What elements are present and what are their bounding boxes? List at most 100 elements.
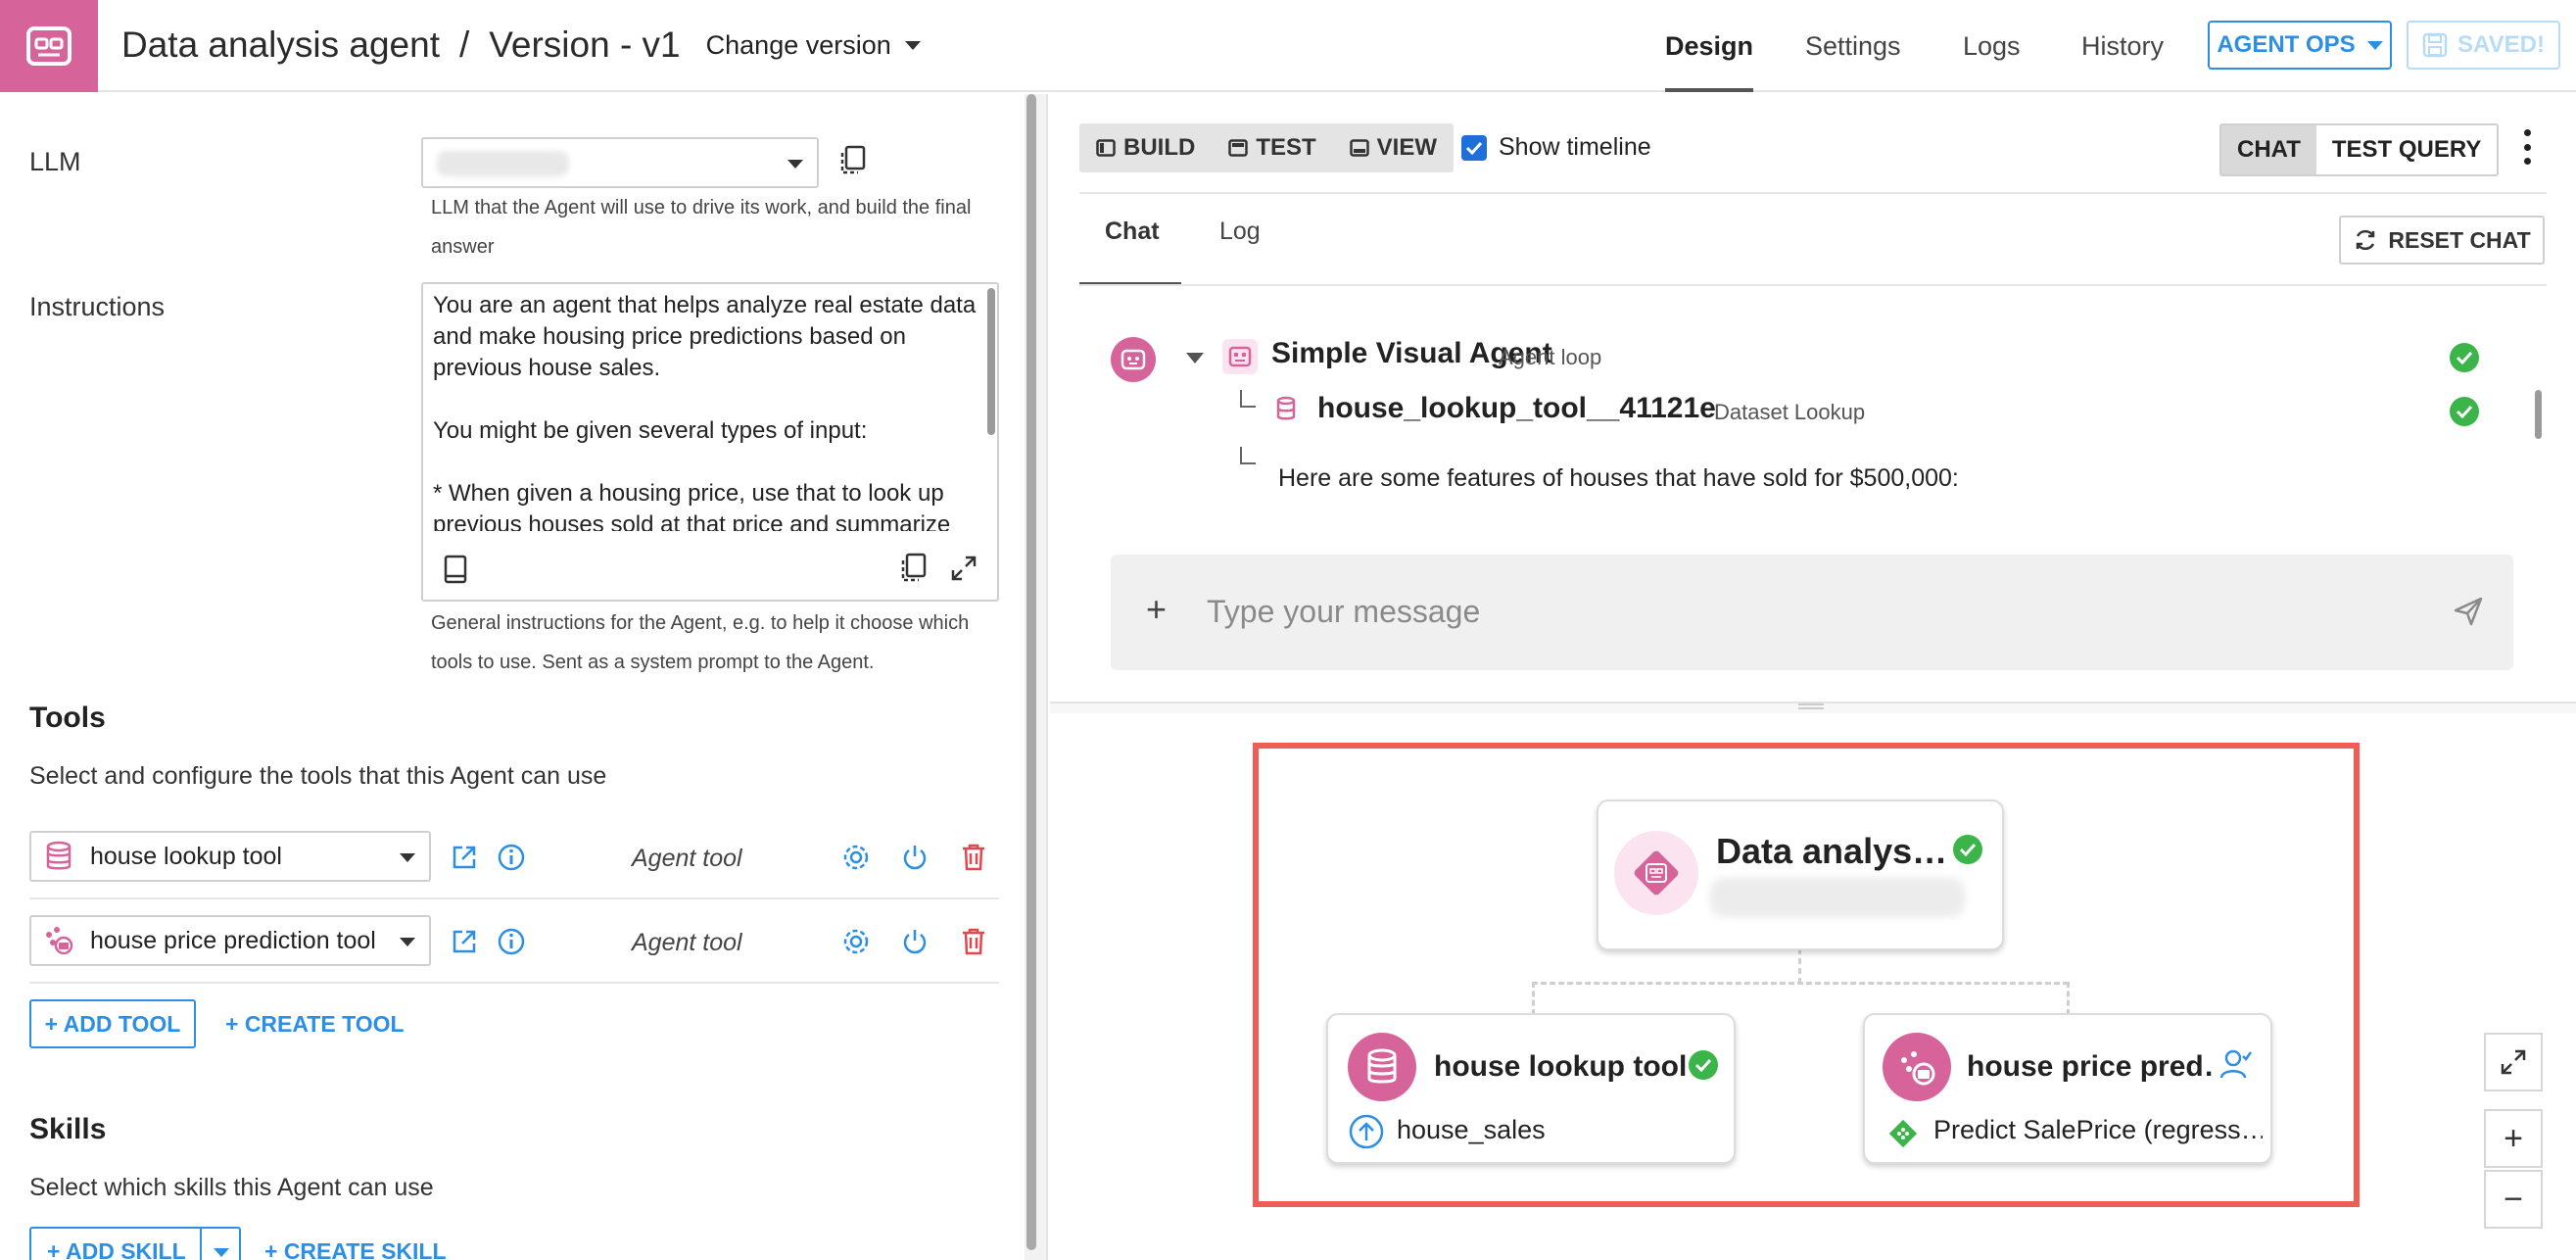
build-mode-button[interactable]: BUILD (1079, 123, 1212, 172)
build-label: BUILD (1123, 134, 1196, 161)
trash-icon[interactable] (958, 842, 989, 873)
gear-icon[interactable] (840, 926, 872, 957)
instructions-label: Instructions (29, 292, 166, 321)
tool-name: house lookup tool (90, 842, 282, 870)
power-icon[interactable] (899, 926, 930, 957)
tree-connector (1240, 390, 1256, 408)
more-options-icon[interactable] (2523, 129, 2531, 165)
agent-name[interactable]: Data analysis agent (121, 24, 440, 66)
fit-view-button[interactable] (2484, 1033, 2543, 1091)
test-icon (1228, 139, 1249, 157)
tool-select[interactable]: house price prediction tool (29, 915, 431, 966)
power-icon[interactable] (899, 842, 930, 873)
test-mode-button[interactable]: TEST (1212, 123, 1332, 172)
create-skill-label: + CREATE SKILL (264, 1238, 447, 1260)
reset-chat-label: RESET CHAT (2388, 226, 2531, 253)
left-panel-scrollbar[interactable] (1026, 94, 1036, 1250)
view-mode-button[interactable]: VIEW (1333, 123, 1454, 172)
subtab-log[interactable]: Log (1219, 218, 1261, 246)
copy-icon[interactable] (838, 145, 866, 181)
tree-connector (1240, 447, 1256, 464)
tool-row: house price prediction tool Agent tool (29, 899, 999, 984)
timeline-tool-type: Dataset Lookup (1714, 400, 1866, 424)
graph-node-house-price-prediction-tool[interactable]: house price pred… Predict SalePrice (reg… (1863, 1013, 2272, 1164)
create-skill-button[interactable]: + CREATE SKILL (264, 1238, 447, 1260)
graph-node-agent[interactable]: Data analys… (1597, 800, 2004, 950)
show-timeline-toggle[interactable]: Show timeline (1461, 133, 1651, 162)
instructions-text[interactable]: You are an agent that helps analyze real… (433, 290, 977, 531)
add-skill-button[interactable]: + ADD SKILL (29, 1227, 241, 1260)
copy-icon[interactable] (899, 553, 927, 589)
instructions-help-text: General instructions for the Agent, e.g.… (431, 612, 970, 673)
tab-history[interactable]: History (2081, 0, 2164, 92)
user-check-icon (2219, 1048, 2253, 1085)
panel-divider[interactable] (1046, 94, 1048, 1260)
show-timeline-checkbox[interactable] (1461, 134, 1487, 161)
tool-row: house lookup tool Agent tool (29, 815, 999, 899)
book-icon[interactable] (443, 555, 468, 589)
attach-plus-icon[interactable]: + (1146, 592, 1167, 627)
tool-node-title: house price pred… (1967, 1050, 2212, 1083)
open-external-icon[interactable] (449, 926, 480, 957)
view-label: VIEW (1376, 134, 1438, 161)
breadcrumb-separator: / (458, 24, 470, 65)
expand-icon[interactable] (950, 555, 978, 587)
trash-icon[interactable] (958, 926, 989, 957)
open-external-icon[interactable] (449, 842, 480, 873)
add-tool-button[interactable]: + ADD TOOL (29, 999, 196, 1048)
top-bar: Data analysis agent / Version - v1 Chang… (0, 0, 2576, 92)
saved-button[interactable]: SAVED! (2407, 21, 2560, 70)
tab-logs[interactable]: Logs (1963, 0, 2021, 92)
tab-settings[interactable]: Settings (1805, 0, 1901, 92)
skills-section-title: Skills (29, 1113, 107, 1145)
timeline-tool-title[interactable]: house_lookup_tool__41121e (1317, 392, 1716, 425)
info-icon[interactable] (496, 842, 527, 873)
agent-ops-label: AGENT OPS (2217, 31, 2356, 58)
robot-icon (1121, 349, 1146, 370)
chevron-down-icon[interactable] (214, 1248, 229, 1257)
tool-type: Agent tool (632, 845, 742, 872)
timeline-message: Here are some features of houses that ha… (1278, 464, 1959, 492)
upload-circle-icon (1348, 1113, 1385, 1155)
create-tool-button[interactable]: + CREATE TOOL (225, 1011, 405, 1038)
success-check-icon (1953, 835, 1982, 864)
prediction-model-icon (46, 927, 73, 955)
agent-node-title: Data analys… (1716, 831, 1948, 871)
splitter-grip-icon[interactable] (1798, 703, 1824, 709)
check-icon (1465, 141, 1483, 155)
graph-node-house-lookup-tool[interactable]: house lookup tool house_sales (1326, 1013, 1736, 1164)
message-input[interactable]: Type your message (1207, 594, 1480, 630)
timeline-scrollbar[interactable] (2535, 390, 2542, 439)
divider (1079, 284, 2547, 286)
zoom-out-button[interactable]: − (2484, 1170, 2543, 1229)
agent-logo-icon[interactable] (0, 0, 98, 92)
instructions-textarea[interactable]: You are an agent that helps analyze real… (421, 282, 999, 602)
instructions-scrollbar[interactable] (987, 288, 995, 435)
change-version-dropdown[interactable]: Change version (706, 30, 921, 61)
fit-view-icon (2501, 1049, 2526, 1075)
zoom-in-button[interactable]: + (2484, 1109, 2543, 1168)
gear-icon[interactable] (840, 842, 872, 873)
tool-select[interactable]: house lookup tool (29, 831, 431, 882)
zoom-out-icon: − (2504, 1180, 2523, 1218)
agent-ops-button[interactable]: AGENT OPS (2208, 21, 2392, 70)
chat-mode-button[interactable]: CHAT (2221, 125, 2316, 174)
subtab-chat[interactable]: Chat (1105, 218, 1160, 246)
tab-design[interactable]: Design (1665, 0, 1754, 92)
change-version-label: Change version (705, 29, 891, 60)
llm-select[interactable] (421, 137, 819, 188)
test-query-button[interactable]: TEST QUERY (2316, 125, 2497, 174)
reset-chat-button[interactable]: RESET CHAT (2339, 216, 2545, 265)
chevron-down-icon (787, 160, 803, 169)
collapse-caret-icon[interactable] (1186, 353, 1204, 363)
tab-label: History (2081, 30, 2165, 61)
tool-node-model: Predict SalePrice (regress… (1933, 1115, 2263, 1144)
send-icon[interactable] (2453, 596, 2484, 632)
skills-section-subtitle: Select which skills this Agent can use (29, 1174, 434, 1201)
split-divider (200, 1229, 202, 1260)
saved-label: SAVED! (2457, 31, 2545, 58)
create-tool-label: + CREATE TOOL (225, 1011, 405, 1037)
tool-name: house price prediction tool (90, 926, 376, 954)
info-icon[interactable] (496, 926, 527, 957)
graph-edge (1798, 948, 1801, 984)
